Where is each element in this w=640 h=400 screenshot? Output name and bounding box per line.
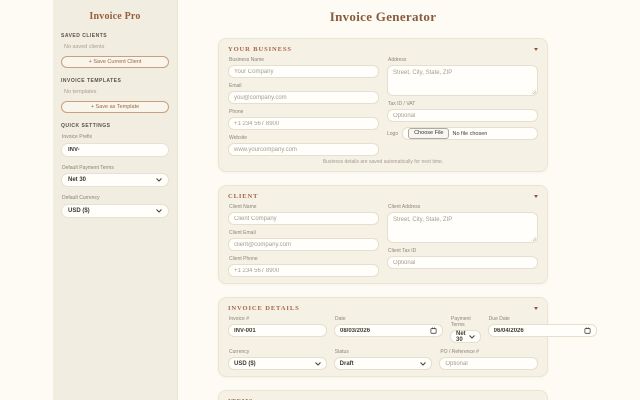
business-email-input[interactable] <box>234 94 373 101</box>
due-date-label: Due Date <box>488 316 510 322</box>
business-website-input[interactable] <box>234 146 373 153</box>
business-website-label: Website <box>229 135 247 141</box>
due-date-field[interactable] <box>487 324 597 337</box>
client-name-input[interactable] <box>234 215 373 222</box>
client-name-field[interactable] <box>228 212 379 225</box>
chevron-down-icon <box>156 178 162 182</box>
due-date-input[interactable] <box>493 327 581 334</box>
invoice-prefix-input[interactable] <box>68 146 162 153</box>
chevron-down-icon <box>156 208 162 213</box>
no-file-chosen-text: No file chosen <box>452 130 488 137</box>
client-card: CLIENT Client Name Client Email <box>218 185 548 284</box>
logo-upload-row: Logo Choose File No file chosen <box>387 127 538 140</box>
chevron-down-icon <box>420 361 427 366</box>
client-tax-label: Client Tax ID <box>388 248 417 254</box>
saved-clients-empty: No saved clients <box>64 44 105 50</box>
calendar-icon[interactable] <box>584 327 591 334</box>
client-email-input[interactable] <box>234 241 373 248</box>
calendar-icon[interactable] <box>430 327 437 334</box>
logo-label: Logo <box>387 130 399 137</box>
invoice-templates-heading: INVOICE TEMPLATES <box>61 78 122 84</box>
client-heading: CLIENT <box>228 193 259 200</box>
business-email-label: Email <box>229 83 242 89</box>
invoice-prefix-field[interactable] <box>61 142 169 157</box>
invoice-details-card: INVOICE DETAILS Invoice # Date <box>218 297 597 377</box>
default-currency-label: Default Currency <box>62 195 100 201</box>
invoice-date-input[interactable] <box>340 327 427 334</box>
default-payment-terms-value: Net 30 <box>68 177 87 183</box>
chevron-down-icon <box>314 361 321 366</box>
chevron-down-icon <box>468 334 475 339</box>
business-tax-label: Tax ID / VAT <box>388 101 416 107</box>
invoice-number-label: Invoice # <box>229 316 250 322</box>
invoice-date-field[interactable] <box>334 324 443 337</box>
client-phone-field[interactable] <box>228 264 379 277</box>
save-as-template-button[interactable]: + Save as Template <box>61 101 169 113</box>
items-card: ITEMS <box>218 390 548 400</box>
default-payment-terms-select[interactable]: Net 30 <box>61 173 169 187</box>
business-name-input[interactable] <box>234 68 373 75</box>
invoice-date-label: Date <box>335 316 346 322</box>
invoice-prefix-label: Invoice Prefix <box>62 134 93 140</box>
app-title: Invoice Pro <box>89 11 141 22</box>
business-website-field[interactable] <box>228 143 379 156</box>
currency-select[interactable]: USD ($) <box>228 357 327 370</box>
saved-clients-heading: SAVED CLIENTS <box>61 33 108 39</box>
currency-value: USD ($) <box>234 360 256 367</box>
choose-file-button[interactable]: Choose File <box>408 127 450 140</box>
default-currency-value: USD ($) <box>68 207 90 214</box>
quick-settings-heading: QUICK SETTINGS <box>61 123 111 129</box>
client-name-label: Client Name <box>229 204 257 210</box>
business-tax-input[interactable] <box>393 112 532 119</box>
page-title: Invoice Generator <box>329 9 437 24</box>
business-phone-field[interactable] <box>228 117 379 130</box>
main-content: Invoice Generator YOUR BUSINESS Business… <box>218 0 597 400</box>
business-email-field[interactable] <box>228 91 379 104</box>
invoice-number-field[interactable] <box>228 324 327 337</box>
business-phone-label: Phone <box>229 109 244 115</box>
payment-terms-select[interactable]: Net 30 <box>450 330 481 343</box>
business-name-label: Business Name <box>229 57 265 63</box>
client-tax-input[interactable] <box>393 259 532 266</box>
client-phone-label: Client Phone <box>229 256 258 262</box>
status-select[interactable]: Draft <box>333 357 433 370</box>
client-tax-field[interactable] <box>387 256 538 269</box>
logo-file-field[interactable]: Choose File No file chosen <box>402 127 538 140</box>
collapse-your-business-icon[interactable] <box>534 48 538 51</box>
client-email-field[interactable] <box>228 238 379 251</box>
client-email-label: Client Email <box>229 230 256 236</box>
business-phone-input[interactable] <box>234 120 373 127</box>
autosave-note: Business details are saved automatically… <box>322 159 444 165</box>
collapse-invoice-details-icon[interactable] <box>534 307 538 310</box>
client-address-field[interactable] <box>387 212 538 243</box>
templates-empty: No templates <box>64 89 97 95</box>
default-currency-select[interactable]: USD ($) <box>61 203 169 218</box>
your-business-card: YOUR BUSINESS Business Name Email <box>218 38 548 172</box>
po-reference-input[interactable] <box>445 360 532 367</box>
payment-terms-value: Net 30 <box>456 330 466 343</box>
po-reference-label: PO / Reference # <box>440 349 479 355</box>
business-address-textarea[interactable] <box>387 65 538 96</box>
payment-terms-label: Payment Terms <box>451 316 471 328</box>
collapse-client-icon[interactable] <box>534 195 538 198</box>
client-address-textarea[interactable] <box>387 212 538 243</box>
invoice-number-input[interactable] <box>234 327 321 334</box>
business-name-field[interactable] <box>228 65 379 78</box>
currency-label: Currency <box>229 349 250 355</box>
client-address-label: Client Address <box>388 204 421 210</box>
business-address-field[interactable] <box>387 65 538 96</box>
save-current-client-button[interactable]: + Save Current Client <box>61 56 169 68</box>
business-address-label: Address <box>388 57 407 63</box>
status-label: Status <box>334 349 349 355</box>
sidebar: Invoice Pro SAVED CLIENTS No saved clien… <box>53 0 178 400</box>
default-payment-terms-label: Default Payment Terms <box>62 164 114 171</box>
client-phone-input[interactable] <box>234 267 373 274</box>
business-tax-field[interactable] <box>387 109 538 122</box>
your-business-heading: YOUR BUSINESS <box>228 46 292 53</box>
invoice-details-heading: INVOICE DETAILS <box>228 305 300 312</box>
status-value: Draft <box>339 360 354 367</box>
po-reference-field[interactable] <box>439 357 538 370</box>
